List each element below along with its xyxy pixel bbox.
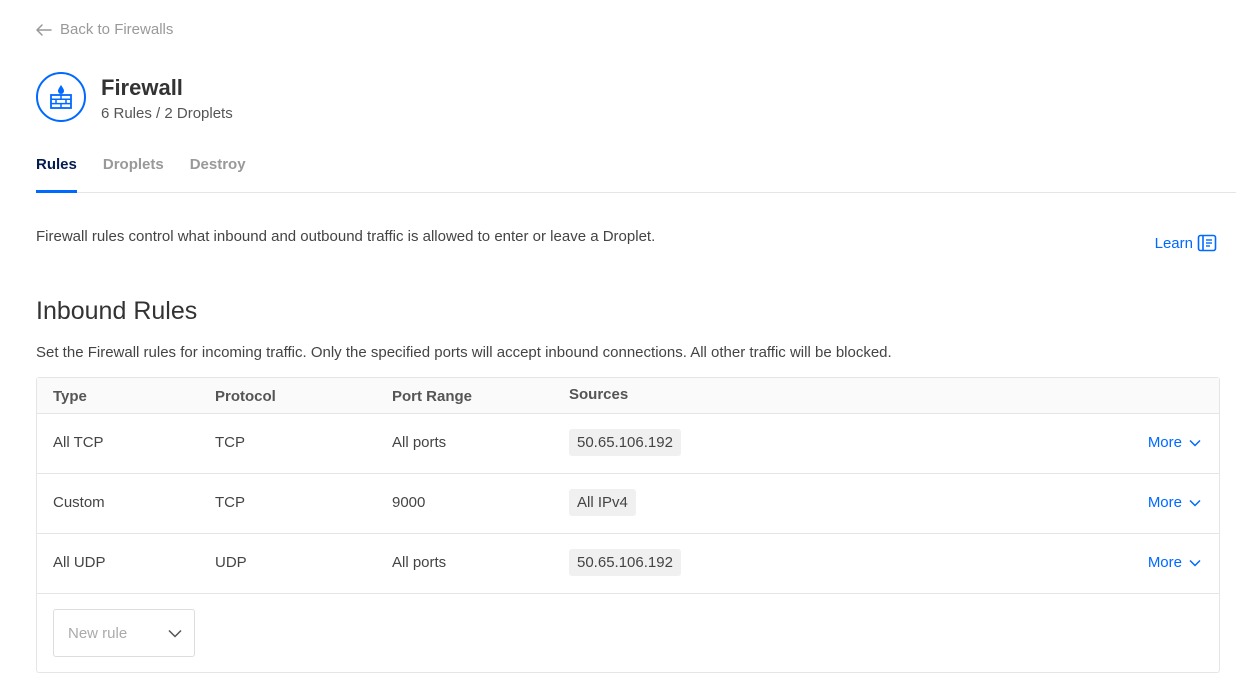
- rule-protocol: TCP: [215, 494, 245, 511]
- rule-port-range: All ports: [392, 434, 447, 451]
- column-header-protocol: Protocol: [215, 388, 276, 405]
- inbound-rules-description: Set the Firewall rules for incoming traf…: [36, 344, 892, 361]
- chevron-down-icon: [1189, 499, 1201, 507]
- source-chip: 50.65.106.192: [569, 549, 681, 576]
- new-rule-select[interactable]: New rule: [53, 609, 195, 657]
- chevron-down-icon: [168, 629, 182, 638]
- rule-type: Custom: [53, 494, 105, 511]
- inbound-rules-table: Type Protocol Port Range Sources All TCP…: [36, 377, 1220, 673]
- rule-type: All TCP: [53, 434, 104, 451]
- more-label: More: [1147, 554, 1182, 571]
- more-button[interactable]: More: [1148, 554, 1201, 571]
- rule-port-range: All ports: [392, 554, 447, 571]
- rule-port-range: 9000: [392, 494, 426, 511]
- page-title: Firewall: [101, 74, 183, 100]
- learn-label: Learn: [1154, 234, 1193, 252]
- column-header-port-range: Port Range: [392, 388, 473, 405]
- column-header-type: Type: [53, 388, 87, 405]
- arrow-left-icon: [36, 23, 52, 36]
- source-chip: 50.65.106.192: [569, 429, 681, 456]
- chevron-down-icon: [1189, 559, 1201, 567]
- tab-rules[interactable]: Rules: [36, 156, 77, 193]
- table-row: All TCP TCP All ports 50.65.106.192 More: [37, 414, 1219, 474]
- more-label: More: [1147, 434, 1182, 451]
- source-chip: All IPv4: [569, 489, 636, 516]
- rule-type: All UDP: [53, 554, 106, 571]
- firewall-description: Firewall rules control what inbound and …: [36, 228, 656, 245]
- rule-protocol: TCP: [215, 434, 245, 451]
- firewall-icon: [36, 72, 86, 122]
- more-button[interactable]: More: [1148, 494, 1201, 511]
- tab-bar: Rules Droplets Destroy: [36, 156, 1236, 193]
- column-header-sources: Sources: [569, 386, 629, 403]
- page-header: Firewall 6 Rules / 2 Droplets: [36, 72, 233, 122]
- more-label: More: [1147, 494, 1182, 511]
- back-link-label: Back to Firewalls: [60, 21, 174, 38]
- table-row: Custom TCP 9000 All IPv4 More: [37, 474, 1219, 534]
- rule-protocol: UDP: [215, 554, 247, 571]
- docs-icon: [1197, 234, 1217, 252]
- new-rule-placeholder: New rule: [68, 624, 128, 642]
- inbound-rules-title: Inbound Rules: [36, 297, 198, 325]
- table-header: Type Protocol Port Range Sources: [37, 378, 1219, 414]
- tab-droplets[interactable]: Droplets: [103, 156, 164, 193]
- table-row: All UDP UDP All ports 50.65.106.192 More: [37, 534, 1219, 594]
- back-to-firewalls-link[interactable]: Back to Firewalls: [36, 21, 173, 38]
- page-subtitle: 6 Rules / 2 Droplets: [101, 104, 233, 122]
- learn-link[interactable]: Learn: [1155, 234, 1217, 252]
- more-button[interactable]: More: [1148, 434, 1201, 451]
- tab-destroy[interactable]: Destroy: [190, 156, 246, 193]
- chevron-down-icon: [1189, 439, 1201, 447]
